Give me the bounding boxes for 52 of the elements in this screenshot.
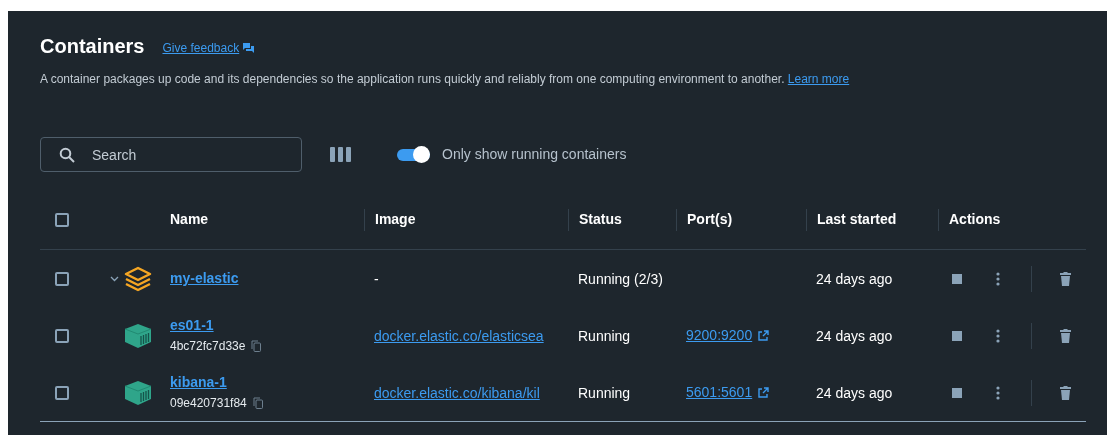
column-header: Image [375, 210, 416, 229]
port-link[interactable]: 5601:5601 [686, 382, 753, 403]
checkbox[interactable] [55, 271, 69, 286]
delete-icon[interactable] [1060, 271, 1071, 286]
container-name-link[interactable]: es01-1 [170, 316, 262, 334]
description-text: A container packages up code and its dependencies so the application runs quickly and reliably from one computing environment to another. Learn more [40, 71, 851, 87]
stop-icon[interactable] [952, 273, 962, 284]
running-toggle[interactable] [397, 146, 430, 163]
last-started-cell: 24 days ago [816, 270, 893, 287]
group-name-link[interactable]: my-elastic [170, 268, 239, 289]
copy-icon[interactable] [251, 340, 262, 352]
column-header: Status [579, 210, 622, 229]
container-id: 4bc72fc7d33e [170, 338, 246, 355]
feedback-icon [243, 43, 255, 53]
search-field[interactable]: Search [40, 137, 302, 172]
stop-icon[interactable] [952, 387, 962, 398]
stop-icon[interactable] [952, 330, 962, 341]
container-icon [124, 322, 152, 349]
checkbox[interactable] [55, 212, 69, 227]
image-link[interactable]: docker.elastic.co/kibana/kil [374, 384, 540, 401]
checkbox[interactable] [55, 328, 69, 343]
image-cell: - [374, 270, 379, 287]
status-cell: Running [578, 327, 631, 344]
port-link[interactable]: 9200:9200 [686, 325, 753, 346]
last-started-cell: 24 days ago [816, 384, 893, 401]
column-header: Actions [949, 210, 1001, 229]
copy-icon[interactable] [252, 397, 263, 409]
container-icon [124, 379, 152, 406]
container-id: 09e420731f84 [170, 395, 247, 412]
column-header: Last started [817, 210, 897, 229]
status-cell: Running (2/3) [578, 270, 663, 287]
more-options-icon[interactable] [996, 385, 1000, 400]
container-name-link[interactable]: kibana-1 [170, 373, 263, 391]
image-link[interactable]: docker.elastic.co/elasticsea [374, 327, 544, 344]
stack-icon [124, 265, 152, 292]
external-link-icon[interactable] [758, 387, 770, 398]
columns-icon[interactable] [330, 147, 351, 162]
status-cell: Running [578, 384, 631, 401]
checkbox[interactable] [55, 385, 69, 400]
column-header: Name [170, 210, 209, 229]
toggle-label: Only show running containers [442, 145, 627, 164]
more-options-icon[interactable] [996, 328, 1000, 343]
search-icon [59, 147, 75, 163]
external-link-icon[interactable] [758, 330, 770, 341]
more-options-icon[interactable] [996, 271, 1000, 286]
last-started-cell: 24 days ago [816, 327, 893, 344]
give-feedback-link[interactable]: Give feedback [162, 39, 255, 57]
column-header: Port(s) [687, 210, 733, 229]
delete-icon[interactable] [1060, 385, 1071, 400]
learn-more-link[interactable]: Learn more [787, 72, 850, 86]
page-title: Containers [40, 34, 145, 59]
delete-icon[interactable] [1060, 328, 1071, 343]
